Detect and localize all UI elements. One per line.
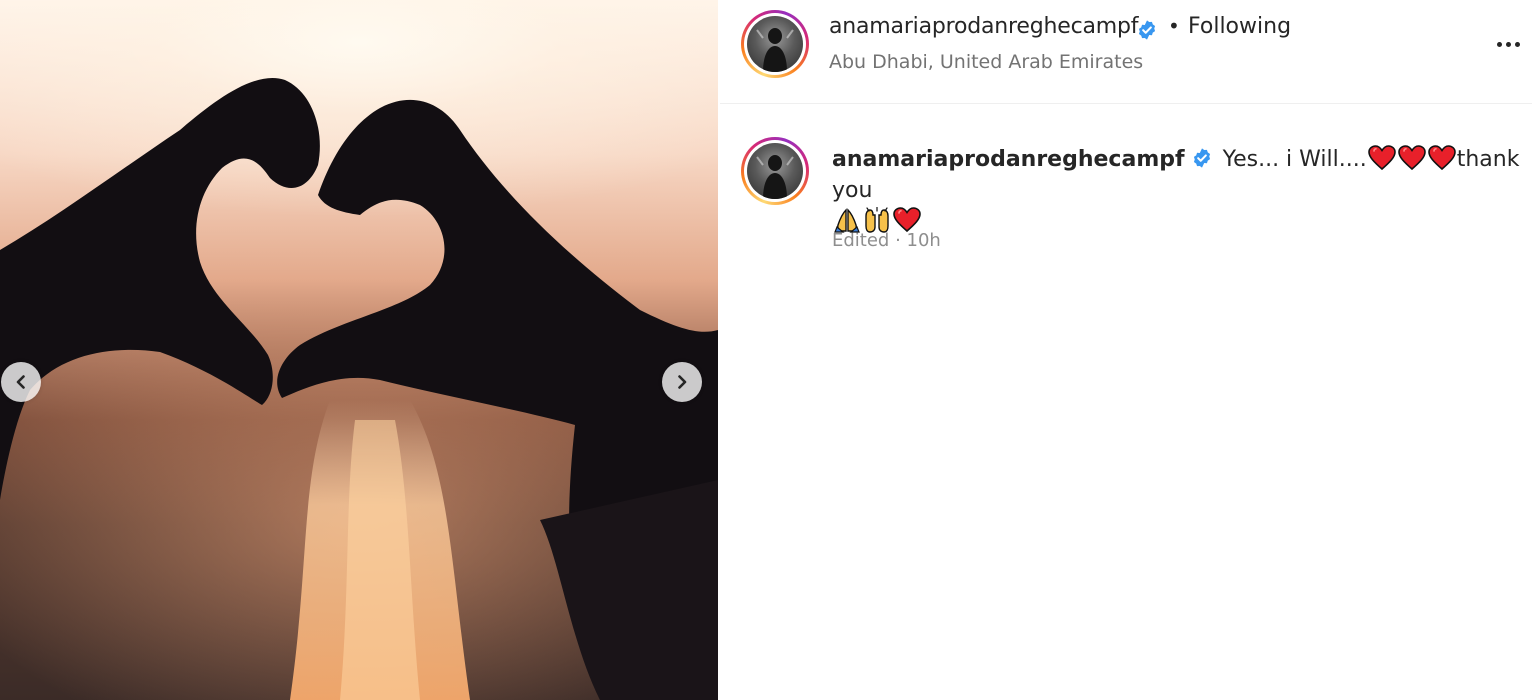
author-username-link[interactable]: anamariaprodanreghecampf: [829, 14, 1138, 39]
edited-label: Edited: [832, 230, 890, 251]
caption-avatar[interactable]: [741, 137, 809, 205]
caption-body-part1: Yes... i Will....: [1222, 147, 1367, 172]
next-photo-button[interactable]: [662, 362, 702, 402]
post-header: anamariaprodanreghecampf • Following Abu…: [720, 0, 1532, 104]
verified-badge-icon: [1193, 148, 1210, 168]
more-dot-icon: [1514, 41, 1520, 47]
caption-text: anamariaprodanreghecampf Yes... i Will..…: [832, 144, 1522, 237]
caption-comment: anamariaprodanreghecampf Yes... i Will..…: [720, 104, 1532, 264]
chevron-left-icon: [16, 375, 25, 389]
author-avatar[interactable]: [741, 10, 809, 78]
red-heart-icon: [1397, 145, 1426, 171]
location-link[interactable]: Abu Dhabi, United Arab Emirates: [829, 51, 1143, 73]
avatar-image: [747, 16, 803, 72]
red-heart-icon: [1427, 145, 1456, 171]
person-silhouette-icon: [756, 155, 794, 199]
meta-separator: ·: [889, 230, 907, 251]
more-dot-icon: [1496, 41, 1502, 47]
verified-badge-icon: [1138, 20, 1156, 40]
person-silhouette-icon: [756, 28, 794, 72]
heart-hands-photo: [0, 78, 718, 700]
chevron-right-icon: [678, 375, 687, 389]
more-options-button[interactable]: [1492, 30, 1524, 58]
previous-photo-button[interactable]: [1, 362, 41, 402]
post-media[interactable]: [0, 0, 718, 700]
avatar-image: [747, 143, 803, 199]
post-details-panel: anamariaprodanreghecampf • Following Abu…: [720, 0, 1532, 700]
separator-dot: •: [1168, 14, 1180, 38]
post-viewer: anamariaprodanreghecampf • Following Abu…: [0, 0, 1532, 700]
caption-meta: Edited · 10h: [832, 230, 941, 251]
following-button[interactable]: Following: [1188, 14, 1291, 39]
timestamp[interactable]: 10h: [907, 230, 941, 251]
caption-username-link[interactable]: anamariaprodanreghecampf: [832, 147, 1185, 172]
red-heart-icon: [1367, 145, 1396, 171]
more-dot-icon: [1505, 41, 1511, 47]
